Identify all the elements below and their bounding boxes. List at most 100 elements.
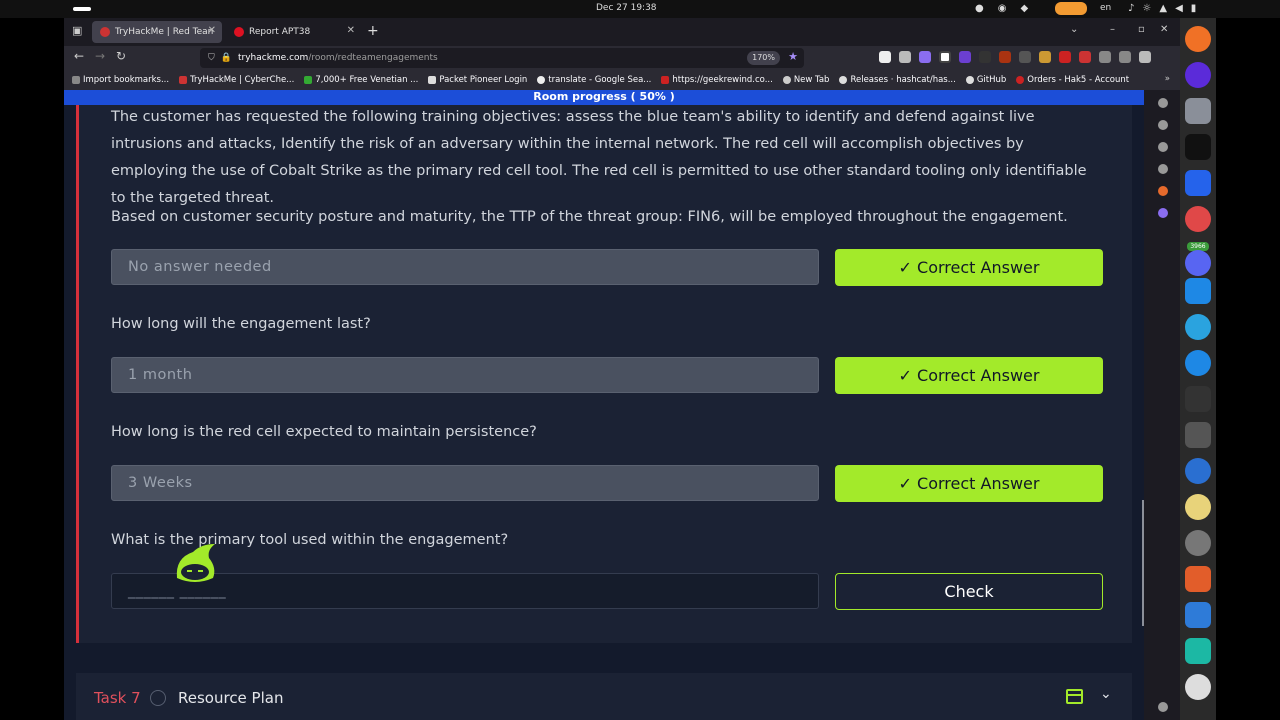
extension-icon[interactable] — [919, 51, 931, 63]
vscode-icon[interactable] — [1185, 278, 1211, 304]
app-icon[interactable] — [1185, 62, 1211, 88]
language-indicator[interactable]: en — [1100, 3, 1111, 13]
bookmark-item[interactable]: Orders - Hak5 - Account — [1016, 75, 1129, 85]
close-tab-icon[interactable]: ✕ — [347, 25, 355, 36]
bookmark-item[interactable]: Import bookmarks... — [72, 75, 169, 85]
answer-field-2[interactable]: 1 month — [111, 357, 819, 393]
tab-list-icon[interactable]: ▣ — [72, 24, 82, 37]
tray-icon[interactable]: ◉ — [998, 2, 1007, 16]
tab-tryhackme[interactable]: TryHackMe | Red Tean ✕ — [92, 21, 222, 43]
correct-answer-button-1[interactable]: ✓ Correct Answer — [835, 249, 1103, 286]
extension-icon[interactable] — [879, 51, 891, 63]
tab-report-apt38[interactable]: Report APT38 ✕ — [226, 21, 361, 43]
shield-tray-icon[interactable]: ◆ — [1020, 2, 1028, 16]
bookmark-item[interactable]: Releases · hashcat/has... — [839, 75, 956, 85]
close-window-icon[interactable]: ✕ — [1160, 24, 1168, 35]
sidebar-bookmarks-icon[interactable] — [1158, 164, 1168, 174]
firefox-icon[interactable] — [1185, 26, 1211, 52]
extension-icon[interactable] — [1059, 51, 1071, 63]
discord-icon[interactable] — [1185, 250, 1211, 276]
sidebar-ai-icon[interactable] — [1158, 98, 1168, 108]
tab-label: TryHackMe | Red Tean — [115, 27, 214, 37]
sidebar-history-icon[interactable] — [1158, 142, 1168, 152]
os-top-bar: Dec 27 19:38 ● ◉ ◆ en ♪ ☼ ▲ ◀ ▮ — [0, 0, 1280, 18]
app-center-icon[interactable] — [1185, 566, 1211, 592]
sidebar-sync-icon[interactable] — [1158, 120, 1168, 130]
bookmark-item[interactable]: New Tab — [782, 75, 829, 85]
bookmark-item[interactable]: GitHub — [965, 75, 1006, 85]
telegram-icon[interactable] — [1185, 314, 1211, 340]
volume-icon[interactable]: ◀ — [1175, 2, 1183, 16]
sidebar-extension-icon[interactable] — [1158, 186, 1168, 196]
zoom-level[interactable]: 170% — [747, 51, 780, 65]
bookmark-item[interactable]: translate - Google Sea... — [537, 75, 651, 85]
back-icon[interactable]: ← — [74, 49, 84, 63]
navigation-bar: ← → ↻ ⛉ 🔒 tryhackme.com /room/redteameng… — [64, 46, 1180, 70]
check-button[interactable]: Check — [835, 573, 1103, 610]
close-tab-icon[interactable]: ✕ — [208, 25, 216, 36]
extension-icon[interactable] — [959, 51, 971, 63]
lock-icon[interactable]: 🔒 — [221, 53, 232, 63]
sidebar-extension-icon[interactable] — [1158, 208, 1168, 218]
new-tab-icon[interactable]: + — [367, 23, 379, 39]
task-7-header[interactable]: Task 7 Resource Plan ⌄ — [76, 673, 1132, 720]
extension-icon[interactable] — [1039, 51, 1051, 63]
ubuntu-icon[interactable] — [1185, 674, 1211, 700]
discord-tray-icon[interactable]: ● — [975, 2, 984, 16]
gimp-icon[interactable] — [1185, 422, 1211, 448]
shield-icon[interactable]: ⛉ — [208, 53, 215, 63]
keyboard-indicator[interactable] — [1055, 2, 1087, 15]
document-icon[interactable] — [1185, 170, 1211, 196]
bookmark-item[interactable]: Packet Pioneer Login — [428, 75, 527, 85]
bookmark-item[interactable]: https://geekrewind.co... — [661, 75, 773, 85]
extension-icon[interactable] — [1119, 51, 1131, 63]
extension-icon[interactable] — [899, 51, 911, 63]
activities-indicator[interactable] — [73, 7, 91, 11]
extension-icon[interactable] — [939, 51, 951, 63]
favicon-icon — [428, 76, 437, 84]
system-clock[interactable]: Dec 27 19:38 — [596, 3, 657, 13]
mic-icon[interactable]: ♪ — [1128, 2, 1134, 16]
menu-icon[interactable] — [1139, 51, 1151, 63]
files-icon[interactable] — [1185, 98, 1211, 124]
thunderbird-icon[interactable] — [1185, 458, 1211, 484]
bookmark-star-icon[interactable]: ★ — [788, 50, 798, 63]
wireshark-icon[interactable] — [1185, 602, 1211, 628]
clock-icon[interactable] — [1185, 530, 1211, 556]
tradingview-icon[interactable] — [1185, 134, 1211, 160]
extension-icon[interactable] — [1079, 51, 1091, 63]
chevron-down-icon[interactable]: ⌄ — [1100, 686, 1112, 702]
answer-field-3[interactable]: 3 Weeks — [111, 465, 819, 501]
maximize-icon[interactable]: ▫ — [1138, 24, 1145, 35]
bookmark-item[interactable]: 7,000+ Free Venetian ... — [304, 75, 418, 85]
tab-overflow-icon[interactable]: ⌄ — [1070, 24, 1078, 35]
url-bar[interactable]: ⛉ 🔒 tryhackme.com /room/redteamengagemen… — [200, 48, 804, 68]
extension-icon[interactable] — [979, 51, 991, 63]
help-icon[interactable] — [1185, 350, 1211, 376]
extension-icon[interactable] — [1099, 51, 1111, 63]
extensions-toolbar — [879, 51, 1151, 63]
wifi-icon[interactable]: ▲ — [1159, 2, 1167, 16]
bookmark-item[interactable]: TryHackMe | CyberChe... — [179, 75, 294, 85]
correct-answer-button-2[interactable]: ✓ Correct Answer — [835, 357, 1103, 394]
github-icon — [965, 76, 974, 84]
app-icon[interactable] — [1185, 206, 1211, 232]
extension-icon[interactable] — [1019, 51, 1031, 63]
correct-answer-button-3[interactable]: ✓ Correct Answer — [835, 465, 1103, 502]
forward-icon[interactable]: → — [95, 49, 105, 63]
speaker-icon[interactable] — [1185, 494, 1211, 520]
brightness-icon[interactable]: ☼ — [1142, 2, 1151, 16]
extension-icon[interactable] — [999, 51, 1011, 63]
reload-icon[interactable]: ↻ — [116, 49, 126, 63]
machine-icon — [1066, 689, 1083, 704]
answer-field-1[interactable]: No answer needed — [111, 249, 819, 285]
sidebar-settings-icon[interactable] — [1158, 702, 1168, 712]
terminal-icon[interactable] — [1185, 386, 1211, 412]
page-scrollbar[interactable] — [1142, 500, 1144, 626]
battery-icon[interactable]: ▮ — [1191, 2, 1197, 16]
browser-window: ▣ TryHackMe | Red Tean ✕ Report APT38 ✕ … — [64, 18, 1180, 720]
question-2: How long will the engagement last? — [111, 316, 371, 332]
app-icon[interactable] — [1185, 638, 1211, 664]
bookmarks-overflow-icon[interactable]: » — [1165, 74, 1170, 84]
minimize-icon[interactable]: – — [1110, 24, 1115, 35]
